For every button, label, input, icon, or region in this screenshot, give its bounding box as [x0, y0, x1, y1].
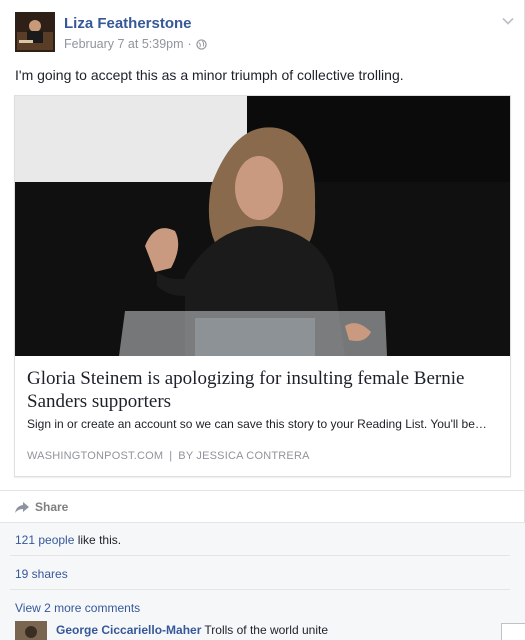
link-card-title[interactable]: Gloria Steinem is apologizing for insult… — [27, 367, 502, 413]
feed-post: Liza Featherstone February 7 at 5:39pm ·… — [0, 0, 525, 640]
author-avatar-image — [15, 12, 55, 52]
author-avatar[interactable] — [15, 12, 55, 52]
comment-item: George Ciccariello-Maher Trolls of the wo… — [15, 621, 515, 640]
link-card-divider: | — [169, 450, 173, 462]
globe-icon[interactable] — [196, 38, 207, 50]
likes-summary: 121 people like this. — [10, 523, 510, 556]
post-timestamp[interactable]: February 7 at 5:39pm — [64, 37, 184, 51]
commenter-avatar-image — [15, 621, 47, 640]
post-actions: Share — [0, 490, 525, 522]
comment-body: George Ciccariello-Maher Trolls of the wo… — [56, 623, 328, 637]
commenter-avatar[interactable] — [15, 621, 47, 640]
link-card-domain: WASHINGTONPOST.COM — [27, 450, 164, 462]
share-label: Share — [35, 500, 69, 514]
feedback-section: 121 people like this. 19 shares View 2 m… — [0, 522, 525, 640]
comment-text: Trolls of the world unite — [204, 623, 328, 637]
speaker-photo — [15, 96, 510, 356]
comment-options-box[interactable] — [501, 623, 525, 640]
view-more-comments-row: View 2 more comments — [10, 591, 510, 624]
meta-separator: · — [187, 37, 192, 51]
post-meta: February 7 at 5:39pm · — [64, 37, 207, 51]
view-more-comments-link[interactable]: View 2 more comments — [15, 601, 140, 615]
author-name[interactable]: Liza Featherstone — [64, 15, 192, 32]
shares-row: 19 shares — [10, 557, 510, 590]
likes-suffix: like this. — [74, 533, 122, 547]
share-arrow-icon — [15, 501, 29, 513]
comment-author[interactable]: George Ciccariello-Maher — [56, 623, 201, 637]
link-card-source: WASHINGTONPOST.COM | BY JESSICA CONTRERA — [27, 450, 310, 462]
link-card-image[interactable] — [15, 96, 510, 356]
post-header: Liza Featherstone February 7 at 5:39pm · — [15, 12, 515, 56]
link-card-byline: BY JESSICA CONTRERA — [178, 450, 310, 462]
link-card-description: Sign in or create an account so we can s… — [27, 417, 487, 431]
post-text: I'm going to accept this as a minor triu… — [15, 67, 404, 83]
likes-link[interactable]: 121 people — [15, 533, 74, 547]
share-button[interactable]: Share — [14, 500, 68, 514]
chevron-down-icon[interactable] — [501, 14, 515, 28]
link-card[interactable]: Gloria Steinem is apologizing for insult… — [14, 95, 511, 477]
shares-link[interactable]: 19 shares — [15, 567, 68, 581]
